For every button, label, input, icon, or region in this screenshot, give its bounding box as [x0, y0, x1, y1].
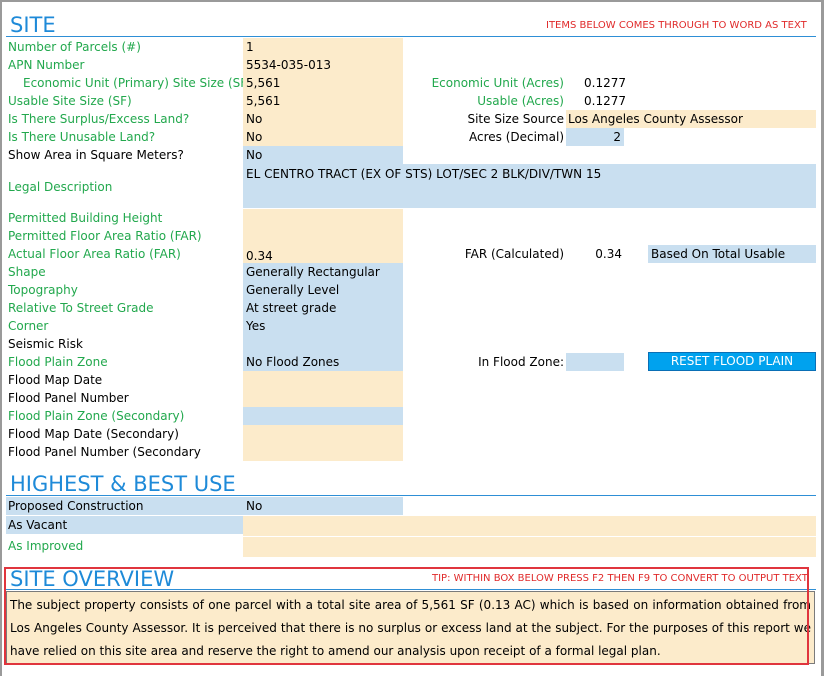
- label-surplus: Is There Surplus/Excess Land?: [8, 112, 190, 126]
- input-flood-map-date[interactable]: [243, 371, 403, 389]
- label-flood-zone: Flood Plain Zone: [8, 355, 108, 369]
- input-surplus[interactable]: No: [243, 110, 403, 128]
- input-usable-size[interactable]: 5,561: [243, 92, 403, 110]
- window-top-border: [0, 0, 824, 2]
- select-street-grade[interactable]: At street grade: [243, 299, 403, 317]
- input-flood-map-date-secondary[interactable]: [243, 425, 403, 443]
- select-far-basis[interactable]: Based On Total Usable: [648, 245, 816, 263]
- label-apn: APN Number: [8, 58, 85, 72]
- input-econ-unit-size[interactable]: 5,561: [243, 74, 403, 92]
- input-apn[interactable]: 5534-035-013: [243, 56, 403, 74]
- window-left-border: [0, 0, 2, 676]
- label-street-grade: Relative To Street Grade: [8, 301, 154, 315]
- label-flood-panel-secondary: Flood Panel Number (Secondary: [8, 445, 201, 459]
- label-seismic: Seismic Risk: [8, 337, 83, 351]
- hbu-title-underline: [6, 495, 816, 496]
- label-actual-far: Actual Floor Area Ratio (FAR): [8, 247, 181, 261]
- input-as-vacant[interactable]: [243, 516, 816, 536]
- label-shape: Shape: [8, 265, 46, 279]
- label-usable-acres: Usable (Acres): [477, 94, 564, 108]
- input-in-flood-zone[interactable]: [566, 353, 624, 371]
- label-econ-acres: Economic Unit (Acres): [431, 76, 564, 90]
- label-flood-zone-secondary: Flood Plain Zone (Secondary): [8, 409, 185, 423]
- label-in-flood-zone: In Flood Zone:: [478, 355, 564, 369]
- select-show-area[interactable]: No: [243, 146, 403, 164]
- label-legal: Legal Description: [8, 180, 113, 194]
- select-flood-zone[interactable]: No Flood Zones: [243, 353, 403, 371]
- label-as-vacant: As Vacant: [8, 518, 68, 532]
- value-usable-acres: 0.1277: [584, 94, 626, 108]
- input-unusable[interactable]: No: [243, 128, 403, 146]
- select-flood-zone-secondary[interactable]: [243, 407, 403, 425]
- site-title-underline: [6, 36, 816, 37]
- select-topography[interactable]: Generally Level: [243, 281, 403, 299]
- input-permitted-far[interactable]: [243, 227, 403, 245]
- value-econ-acres: 0.1277: [584, 76, 626, 90]
- label-size-source: Site Size Source: [467, 112, 564, 126]
- input-legal-description[interactable]: EL CENTRO TRACT (EX OF STS) LOT/SEC 2 BL…: [243, 164, 816, 208]
- site-note: ITEMS BELOW COMES THROUGH TO WORD AS TEX…: [546, 20, 807, 31]
- select-shape[interactable]: Generally Rectangular: [243, 263, 403, 281]
- input-flood-panel-secondary[interactable]: [243, 443, 403, 461]
- select-proposed-construction[interactable]: No: [243, 497, 403, 515]
- label-acres-decimal: Acres (Decimal): [468, 130, 564, 144]
- label-as-improved: As Improved: [8, 539, 84, 553]
- label-show-area: Show Area in Square Meters?: [8, 148, 184, 162]
- input-size-source[interactable]: Los Angeles County Assessor: [566, 110, 816, 128]
- input-parcels[interactable]: 1: [243, 38, 403, 56]
- label-flood-map-date: Flood Map Date: [8, 373, 103, 387]
- hbu-section-title: HIGHEST & BEST USE: [10, 472, 236, 496]
- label-usable-size: Usable Site Size (SF): [8, 94, 132, 108]
- input-flood-panel[interactable]: [243, 389, 403, 407]
- label-proposed-construction: Proposed Construction: [8, 499, 144, 513]
- input-actual-far[interactable]: 0.34: [243, 245, 403, 263]
- site-section-title: SITE: [10, 13, 56, 37]
- label-bldg-height: Permitted Building Height: [8, 211, 163, 225]
- input-as-improved[interactable]: [243, 537, 816, 557]
- label-corner: Corner: [8, 319, 49, 333]
- overview-highlight-box: [4, 567, 809, 665]
- label-flood-map-date-secondary: Flood Map Date (Secondary): [8, 427, 179, 441]
- label-permitted-far: Permitted Floor Area Ratio (FAR): [8, 229, 202, 243]
- label-flood-panel: Flood Panel Number: [8, 391, 129, 405]
- select-seismic[interactable]: [243, 335, 403, 353]
- label-far-calculated: FAR (Calculated): [464, 247, 564, 261]
- input-bldg-height[interactable]: [243, 209, 403, 227]
- label-unusable: Is There Unusable Land?: [8, 130, 156, 144]
- reset-flood-plain-button[interactable]: RESET FLOOD PLAIN: [648, 352, 816, 371]
- label-topography: Topography: [8, 283, 78, 297]
- select-corner[interactable]: Yes: [243, 317, 403, 335]
- input-acres-decimal[interactable]: 2: [566, 128, 624, 146]
- label-parcels: Number of Parcels (#): [8, 40, 141, 54]
- value-far-calculated: 0.34: [595, 247, 622, 261]
- label-econ-unit-size: Economic Unit (Primary) Site Size (SF): [23, 76, 252, 90]
